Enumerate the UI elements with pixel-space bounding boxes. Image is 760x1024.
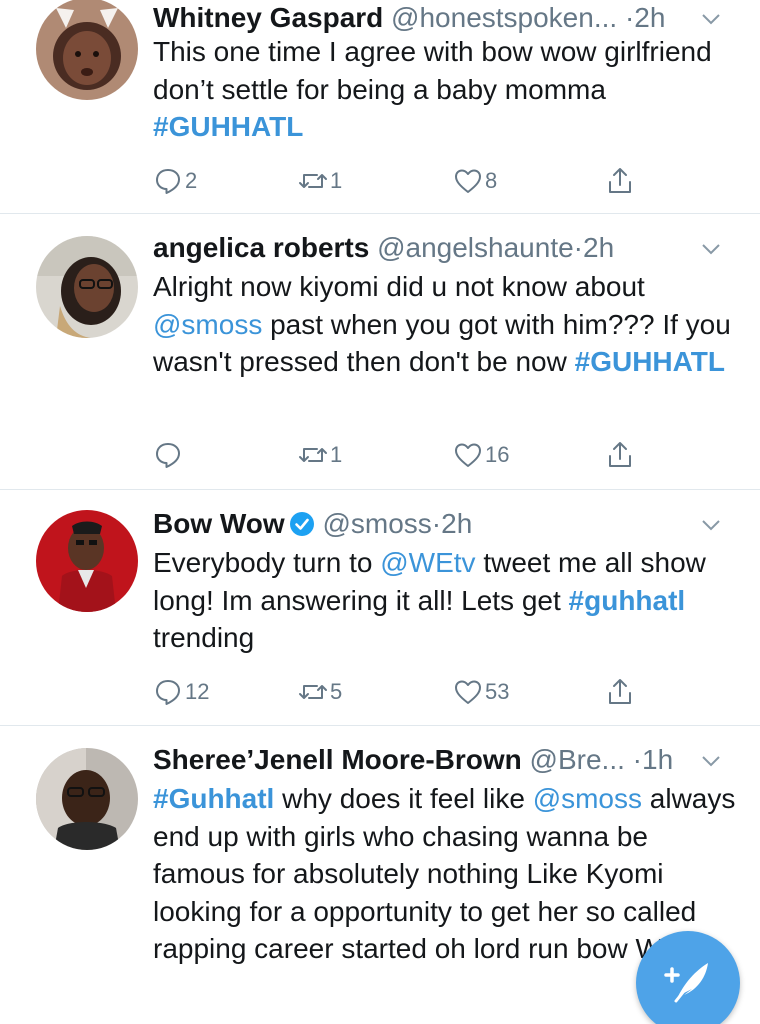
retweet-button[interactable]: 1: [298, 164, 342, 198]
separator-dot: ·: [573, 232, 583, 263]
chevron-down-icon[interactable]: [700, 514, 722, 536]
timestamp[interactable]: 2h: [583, 232, 614, 263]
verified-badge-icon: [289, 512, 314, 536]
like-button[interactable]: 8: [453, 164, 497, 198]
tweet-text: This one time I agree with bow wow girlf…: [153, 36, 712, 105]
share-icon: [609, 679, 631, 704]
reply-icon: [156, 680, 180, 705]
hashtag-link[interactable]: #GUHHATL: [575, 346, 725, 377]
retweet-button[interactable]: 5: [298, 675, 342, 709]
tweet-body: Everybody turn to @WEtv tweet me all sho…: [153, 544, 743, 657]
user-handle[interactable]: @honestspoken...: [391, 2, 617, 33]
retweet-button[interactable]: 1: [298, 438, 342, 472]
retweet-count: 1: [330, 442, 343, 467]
display-name[interactable]: Sheree’Jenell Moore-Brown: [153, 744, 522, 775]
timestamp[interactable]: 2h: [441, 508, 472, 539]
tweet-actions: 2 1 8: [153, 164, 653, 198]
user-handle[interactable]: @smoss: [322, 508, 431, 539]
like-count: 53: [485, 679, 510, 704]
like-count: 16: [485, 442, 510, 467]
hashtag-link[interactable]: #GUHHATL: [153, 111, 303, 142]
avatar-image: [36, 748, 138, 850]
mention-link[interactable]: @smoss: [153, 309, 262, 340]
chevron-down-icon[interactable]: [700, 238, 722, 260]
tweet-text: Alright now kiyomi did u not know about: [153, 271, 645, 302]
avatar[interactable]: [36, 0, 138, 100]
timestamp[interactable]: 2h: [634, 2, 665, 33]
mention-link[interactable]: @smoss: [533, 783, 642, 814]
chevron-down-icon[interactable]: [700, 750, 722, 772]
tweet[interactable]: angelica roberts @angelshaunte·2h Alrigh…: [0, 214, 760, 490]
display-name[interactable]: Whitney Gaspard: [153, 2, 383, 33]
reply-count: 12: [185, 679, 210, 704]
retweet-count: 5: [330, 679, 343, 704]
tweet[interactable]: Whitney Gaspard @honestspoken... ·2h Thi…: [0, 0, 760, 214]
tweet-text: why does it feel like: [274, 783, 533, 814]
separator-dot: ·: [431, 508, 442, 539]
share-button[interactable]: [605, 164, 635, 198]
hashtag-link[interactable]: #guhhatl: [569, 585, 686, 616]
tweet-actions: 1 16: [153, 438, 653, 472]
like-button[interactable]: 53: [453, 675, 509, 709]
avatar-image: [36, 0, 138, 100]
chevron-down-icon[interactable]: [700, 8, 722, 30]
retweet-icon: [299, 685, 327, 699]
timestamp[interactable]: 1h: [642, 744, 673, 775]
heart-icon: [455, 169, 481, 193]
separator-dot: ·: [632, 744, 642, 775]
avatar-image: [36, 236, 138, 338]
heart-icon: [455, 680, 481, 704]
compose-tweet-icon: [664, 963, 708, 1003]
share-icon: [609, 168, 631, 193]
reply-button[interactable]: [153, 438, 185, 472]
tweet-header: Sheree’Jenell Moore-Brown @Bre... ·1h: [153, 742, 740, 778]
user-handle[interactable]: @Bre...: [530, 744, 625, 775]
avatar-image: [36, 510, 138, 612]
separator-dot: ·: [624, 2, 635, 33]
tweet-header: Bow Wow @smoss·2h: [153, 506, 740, 542]
share-icon: [609, 442, 631, 467]
tweet-body: Alright now kiyomi did u not know about …: [153, 268, 743, 381]
reply-button[interactable]: 12: [153, 675, 209, 709]
share-button[interactable]: [605, 438, 635, 472]
tweet[interactable]: Bow Wow @smoss·2h Everybody turn to @WEt…: [0, 490, 760, 726]
tweet-text: Everybody turn to: [153, 547, 381, 578]
like-count: 8: [485, 168, 498, 193]
user-handle[interactable]: @angelshaunte: [377, 232, 574, 263]
tweet-header: Whitney Gaspard @honestspoken... ·2h: [153, 0, 740, 36]
avatar[interactable]: [36, 236, 138, 338]
compose-tweet-button[interactable]: [636, 931, 740, 1024]
heart-icon: [455, 443, 481, 467]
avatar[interactable]: [36, 748, 138, 850]
retweet-count: 1: [330, 168, 343, 193]
reply-icon: [156, 169, 180, 194]
display-name[interactable]: Bow Wow: [153, 508, 285, 539]
share-button[interactable]: [605, 675, 635, 709]
tweet-body: This one time I agree with bow wow girlf…: [153, 33, 743, 146]
display-name[interactable]: angelica roberts: [153, 232, 369, 263]
retweet-icon: [299, 174, 327, 188]
tweet-header: angelica roberts @angelshaunte·2h: [153, 230, 740, 266]
reply-button[interactable]: 2: [153, 164, 197, 198]
tweet-actions: 12 5 53: [153, 675, 653, 709]
avatar[interactable]: [36, 510, 138, 612]
reply-count: 2: [185, 168, 198, 193]
like-button[interactable]: 16: [453, 438, 509, 472]
reply-icon: [156, 443, 180, 468]
hashtag-link[interactable]: #Guhhatl: [153, 783, 274, 814]
retweet-icon: [299, 448, 327, 462]
tweet-body: #Guhhatl why does it feel like @smoss al…: [153, 780, 743, 968]
tweet-text: trending: [153, 622, 255, 653]
mention-link[interactable]: @WEtv: [380, 547, 475, 578]
